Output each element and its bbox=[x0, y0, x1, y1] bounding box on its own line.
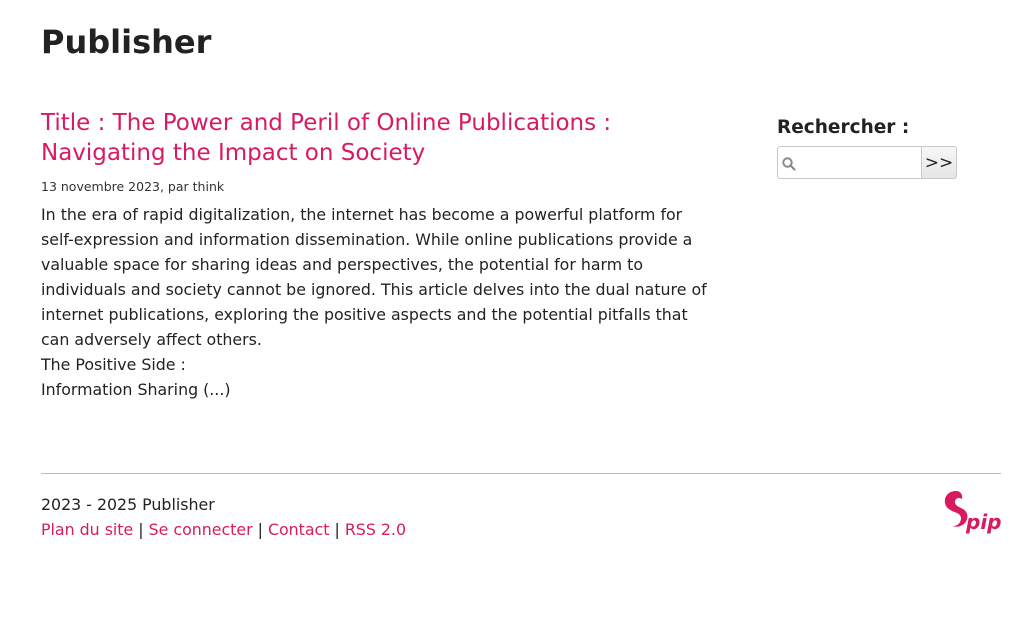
magnifier-icon bbox=[782, 157, 796, 171]
footer-link-contact[interactable]: Contact bbox=[268, 520, 329, 539]
site-title[interactable]: Publisher bbox=[41, 20, 211, 64]
sidebar: Rechercher : >> bbox=[777, 116, 977, 179]
footer: 2023 - 2025 Publisher Plan du site | Se … bbox=[41, 492, 406, 542]
search-label: Rechercher : bbox=[777, 117, 910, 138]
article-subheading: The Positive Side : bbox=[41, 355, 186, 374]
article-title-link[interactable]: Title : The Power and Peril of Online Pu… bbox=[41, 108, 711, 168]
article-summary: Title : The Power and Peril of Online Pu… bbox=[41, 108, 711, 402]
search-form: >> bbox=[777, 146, 957, 179]
search-field[interactable] bbox=[777, 146, 921, 179]
search-submit-button[interactable]: >> bbox=[921, 146, 957, 179]
footer-links: Plan du site | Se connecter | Contact | … bbox=[41, 517, 406, 542]
footer-copyright: 2023 - 2025 Publisher bbox=[41, 495, 215, 514]
footer-link-sitemap[interactable]: Plan du site bbox=[41, 520, 133, 539]
svg-text:pip: pip bbox=[965, 510, 1002, 534]
footer-divider bbox=[41, 473, 1001, 474]
footer-link-rss[interactable]: RSS 2.0 bbox=[345, 520, 406, 539]
article-excerpt-end: Information Sharing (...) bbox=[41, 380, 231, 399]
footer-separator: | bbox=[138, 520, 144, 539]
spip-logo[interactable]: pip bbox=[944, 490, 1002, 536]
footer-link-login[interactable]: Se connecter bbox=[149, 520, 253, 539]
search-input[interactable] bbox=[800, 147, 918, 178]
article-intro: In the era of rapid digitalization, the … bbox=[41, 205, 707, 349]
article-meta: 13 novembre 2023, par think bbox=[41, 179, 225, 194]
footer-separator: | bbox=[334, 520, 340, 539]
footer-separator: | bbox=[257, 520, 263, 539]
